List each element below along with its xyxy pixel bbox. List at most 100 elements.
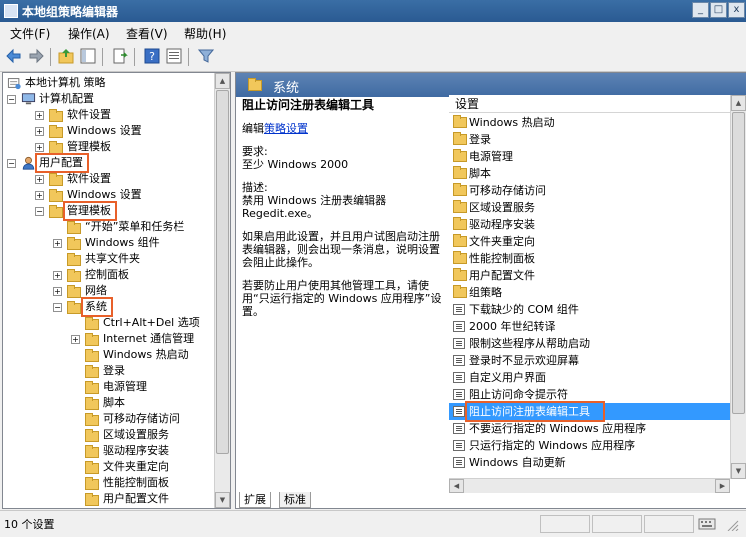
list-item-label: 驱动程序安装 bbox=[469, 218, 535, 231]
scroll-left-button[interactable]: ◀ bbox=[449, 479, 464, 493]
edit-policy-link[interactable]: 策略设置 bbox=[264, 122, 308, 135]
menu-action[interactable]: 操作(A) bbox=[68, 25, 110, 42]
show-hide-tree-icon[interactable] bbox=[80, 48, 96, 64]
expand-icon[interactable]: + bbox=[53, 271, 62, 280]
tree-item[interactable]: + Internet 通信管理 bbox=[3, 331, 213, 347]
expand-icon[interactable]: + bbox=[35, 127, 44, 136]
list-vertical-scrollbar[interactable]: ▲ ▼ bbox=[730, 95, 746, 479]
status-bar: 10 个设置 bbox=[0, 510, 746, 537]
resize-grip-icon[interactable] bbox=[722, 517, 740, 531]
tree-item[interactable]: 登录 bbox=[3, 363, 213, 379]
tree-item[interactable]: Windows 热启动 bbox=[3, 347, 213, 363]
folder-icon bbox=[67, 269, 81, 282]
expand-icon[interactable]: + bbox=[53, 287, 62, 296]
filter-icon[interactable] bbox=[198, 48, 214, 64]
list-item-folder[interactable]: 区域设置服务 bbox=[449, 199, 746, 216]
tree-item[interactable]: − 计算机配置 bbox=[3, 91, 213, 107]
settings-list[interactable]: 设置 Windows 热启动 登录 电源管理 脚本 可移动存储访问 区域设置服务驱动程序安… bbox=[449, 95, 746, 493]
expand-icon[interactable]: + bbox=[53, 239, 62, 248]
list-item-folder[interactable]: 脚本 bbox=[449, 165, 746, 182]
requirements-value: 至少 Windows 2000 bbox=[242, 158, 349, 171]
tree-item[interactable]: 驱动程序安装 bbox=[3, 443, 213, 459]
list-item-folder[interactable]: 用户配置文件 bbox=[449, 267, 746, 284]
folder-icon bbox=[453, 132, 467, 145]
tab-standard[interactable]: 标准 bbox=[279, 492, 311, 508]
scroll-up-button[interactable]: ▲ bbox=[215, 73, 230, 89]
keyboard-icon bbox=[698, 518, 716, 530]
list-item-setting[interactable]: 不要运行指定的 Windows 应用程序 bbox=[449, 420, 746, 437]
list-horizontal-scrollbar[interactable]: ◀ ▶ bbox=[449, 478, 730, 493]
list-item-folder[interactable]: 驱动程序安装 bbox=[449, 216, 746, 233]
collapse-icon[interactable]: − bbox=[7, 159, 16, 168]
tree-vertical-scrollbar[interactable]: ▲ ▼ bbox=[214, 73, 230, 508]
tree-item[interactable]: Ctrl+Alt+Del 选项 bbox=[3, 315, 213, 331]
folder-icon bbox=[85, 317, 99, 330]
back-arrow-icon[interactable] bbox=[6, 48, 22, 64]
expand-icon[interactable]: + bbox=[35, 111, 44, 120]
tree-item[interactable]: + 控制面板 bbox=[3, 267, 213, 283]
collapse-icon[interactable]: − bbox=[35, 207, 44, 216]
scroll-down-button[interactable]: ▼ bbox=[731, 463, 746, 479]
list-item-setting[interactable]: 限制这些程序从帮助启动 bbox=[449, 335, 746, 352]
list-item-folder[interactable]: 电源管理 bbox=[449, 148, 746, 165]
list-item-folder[interactable]: 组策略 bbox=[449, 284, 746, 301]
export-list-icon[interactable] bbox=[112, 48, 128, 64]
list-item-setting[interactable]: 下载缺少的 COM 组件 bbox=[449, 301, 746, 318]
list-item-setting[interactable]: Windows 自动更新 bbox=[449, 454, 746, 471]
scroll-right-button[interactable]: ▶ bbox=[715, 479, 730, 493]
minimize-button[interactable]: _ bbox=[692, 2, 709, 18]
tree-item[interactable]: + 软件设置 bbox=[3, 171, 213, 187]
maximize-button[interactable]: □ bbox=[710, 2, 727, 18]
tab-extended[interactable]: 扩展 bbox=[239, 492, 271, 508]
status-cell bbox=[540, 515, 590, 533]
folder-icon bbox=[85, 445, 99, 458]
tree-item[interactable]: + Windows 设置 bbox=[3, 123, 213, 139]
tree-item[interactable]: “开始”菜单和任务栏 bbox=[3, 219, 213, 235]
list-item-setting[interactable]: 登录时不显示欢迎屏幕 bbox=[449, 352, 746, 369]
collapse-icon[interactable]: − bbox=[53, 303, 62, 312]
menu-file[interactable]: 文件(F) bbox=[10, 25, 50, 42]
folder-icon bbox=[49, 189, 63, 202]
column-header-setting[interactable]: 设置 bbox=[449, 95, 746, 113]
expand-icon[interactable]: + bbox=[35, 191, 44, 200]
menu-view[interactable]: 查看(V) bbox=[126, 25, 168, 42]
list-item-folder[interactable]: 登录 bbox=[449, 131, 746, 148]
list-item-folder[interactable]: 性能控制面板 bbox=[449, 250, 746, 267]
list-item-folder[interactable]: Windows 热启动 bbox=[449, 114, 746, 131]
console-tree[interactable]: ▲ ▼ 本地计算机 策略 − 计算机配置 + 软件设置 + Windows 设置 + 管理模板 −… bbox=[2, 72, 231, 509]
properties-icon[interactable] bbox=[166, 48, 182, 64]
list-item-setting[interactable]: 2000 年世纪转译 bbox=[449, 318, 746, 335]
tree-item[interactable]: 本地计算机 策略 bbox=[3, 75, 213, 91]
scroll-thumb[interactable] bbox=[216, 90, 229, 454]
tree-item[interactable]: + Windows 组件 bbox=[3, 235, 213, 251]
list-item-setting[interactable]: 只运行指定的 Windows 应用程序 bbox=[449, 437, 746, 454]
close-button[interactable]: x bbox=[728, 2, 745, 18]
tree-item[interactable]: + 软件设置 bbox=[3, 107, 213, 123]
scroll-thumb[interactable] bbox=[732, 112, 745, 414]
tree-item[interactable]: 共享文件夹 bbox=[3, 251, 213, 267]
expand-icon[interactable]: + bbox=[71, 335, 80, 344]
tree-item[interactable]: 电源管理 bbox=[3, 379, 213, 395]
list-item-folder[interactable]: 文件夹重定向 bbox=[449, 233, 746, 250]
forward-arrow-icon[interactable] bbox=[28, 48, 44, 64]
edit-policy-line: 编辑策略设置 bbox=[242, 122, 442, 135]
scroll-down-button[interactable]: ▼ bbox=[215, 492, 230, 508]
list-item-setting[interactable]: 自定义用户界面 bbox=[449, 369, 746, 386]
up-folder-icon[interactable] bbox=[58, 48, 74, 64]
tree-item[interactable]: 用户配置文件 bbox=[3, 491, 213, 507]
help-icon[interactable]: ? bbox=[144, 48, 160, 64]
list-item-label: 登录时不显示欢迎屏幕 bbox=[469, 354, 579, 367]
scroll-up-button[interactable]: ▲ bbox=[731, 95, 746, 111]
collapse-icon[interactable]: − bbox=[7, 95, 16, 104]
expand-icon[interactable]: + bbox=[35, 175, 44, 184]
folder-icon bbox=[85, 333, 99, 346]
tree-item[interactable]: 文件夹重定向 bbox=[3, 459, 213, 475]
tree-item[interactable]: 区域设置服务 bbox=[3, 427, 213, 443]
expand-icon[interactable]: + bbox=[35, 143, 44, 152]
tree-item[interactable]: 性能控制面板 bbox=[3, 475, 213, 491]
tree-item[interactable]: 脚本 bbox=[3, 395, 213, 411]
list-item-label: 只运行指定的 Windows 应用程序 bbox=[469, 439, 636, 452]
menu-help[interactable]: 帮助(H) bbox=[184, 25, 226, 42]
tree-item[interactable]: 可移动存储访问 bbox=[3, 411, 213, 427]
list-item-folder[interactable]: 可移动存储访问 bbox=[449, 182, 746, 199]
